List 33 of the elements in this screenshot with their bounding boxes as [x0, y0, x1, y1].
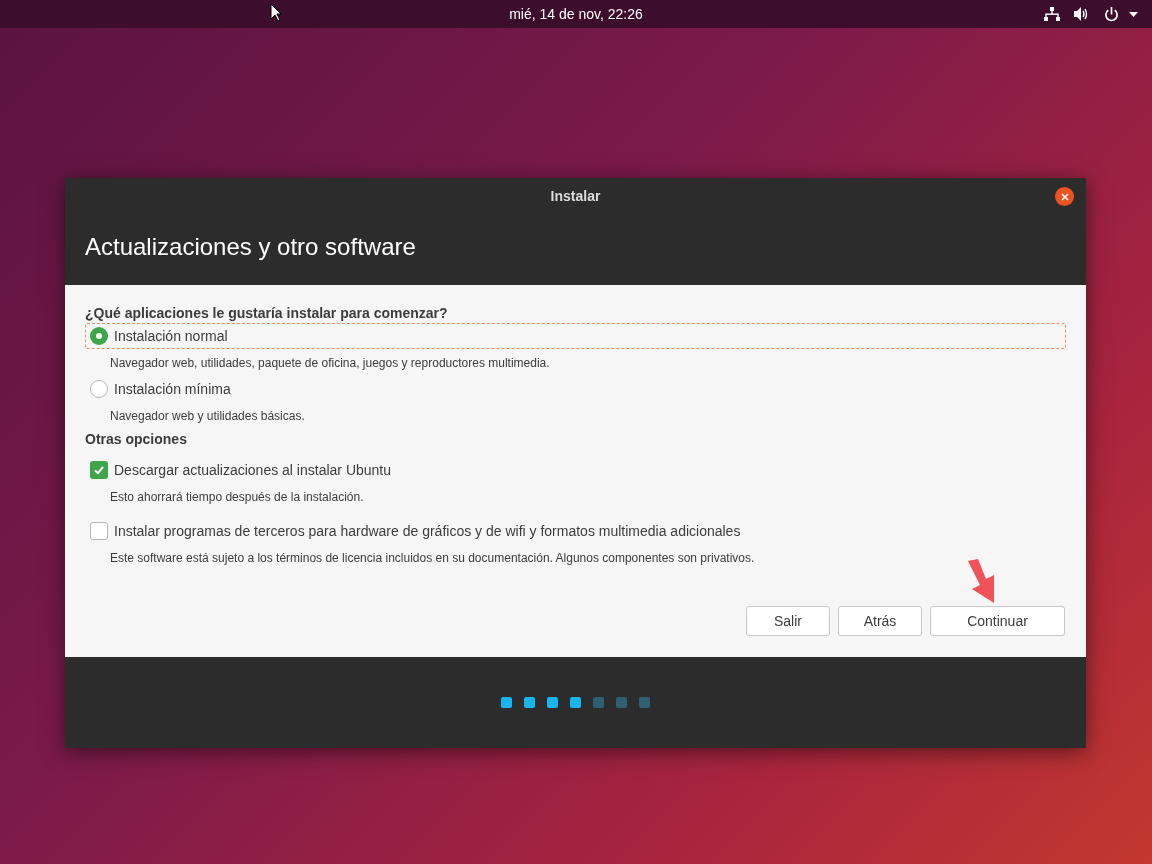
network-icon[interactable] — [1044, 7, 1060, 21]
option-description: Navegador web, utilidades, paquete de oficina, juegos y reproductores multimedia. — [109, 354, 551, 372]
close-button[interactable] — [1055, 187, 1074, 206]
clock[interactable]: mié, 14 de nov, 22:26 — [509, 3, 643, 25]
power-menu[interactable] — [1104, 6, 1138, 22]
dialog-button[interactable]: Atrás — [838, 606, 922, 636]
option-description: Este software está sujeto a los términos de licencia incluidos en su documentación. Algunos componentes son privativos. — [109, 549, 756, 567]
option-label: Instalar programas de terceros para hardware de gráficos y de wifi y formatos multimedia adicionales — [114, 521, 741, 541]
checkbox-option[interactable]: Descargar actualizaciones al instalar Ubuntu — [85, 457, 1066, 483]
close-icon — [1060, 192, 1069, 201]
option-description: Navegador web y utilidades básicas. — [109, 407, 306, 425]
radio-button[interactable] — [90, 327, 108, 345]
dialog-button[interactable]: Salir — [746, 606, 830, 636]
checkbox[interactable] — [90, 522, 108, 540]
dialog-button[interactable]: Continuar — [930, 606, 1065, 636]
option-label: Descargar actualizaciones al instalar Ubuntu — [114, 460, 392, 480]
option-label: Instalación mínima — [114, 379, 231, 399]
caret-icon — [1129, 11, 1138, 17]
speaker-icon[interactable] — [1074, 7, 1090, 21]
section-heading: ¿Qué aplicaciones le gustaría instalar para comenzar? — [85, 304, 449, 323]
checkbox-option[interactable]: Instalar programas de terceros para hardware de gráficos y de wifi y formatos multimedia adicionales — [85, 518, 1066, 544]
option-label: Instalación normal — [114, 326, 228, 346]
radio-option[interactable]: Instalación normal — [85, 323, 1066, 349]
power-icon — [1104, 6, 1119, 22]
checkbox[interactable] — [90, 461, 108, 479]
page-heading: Actualizaciones y otro software — [85, 232, 416, 262]
option-description: Esto ahorrará tiempo después de la instalación. — [109, 488, 365, 506]
radio-option[interactable]: Instalación mínima — [85, 376, 1066, 402]
radio-button[interactable] — [90, 380, 108, 398]
section-heading: Otras opciones — [85, 430, 188, 449]
check-icon — [93, 464, 105, 476]
mouse-cursor-icon — [270, 3, 282, 22]
window-title: Instalar — [550, 187, 601, 206]
